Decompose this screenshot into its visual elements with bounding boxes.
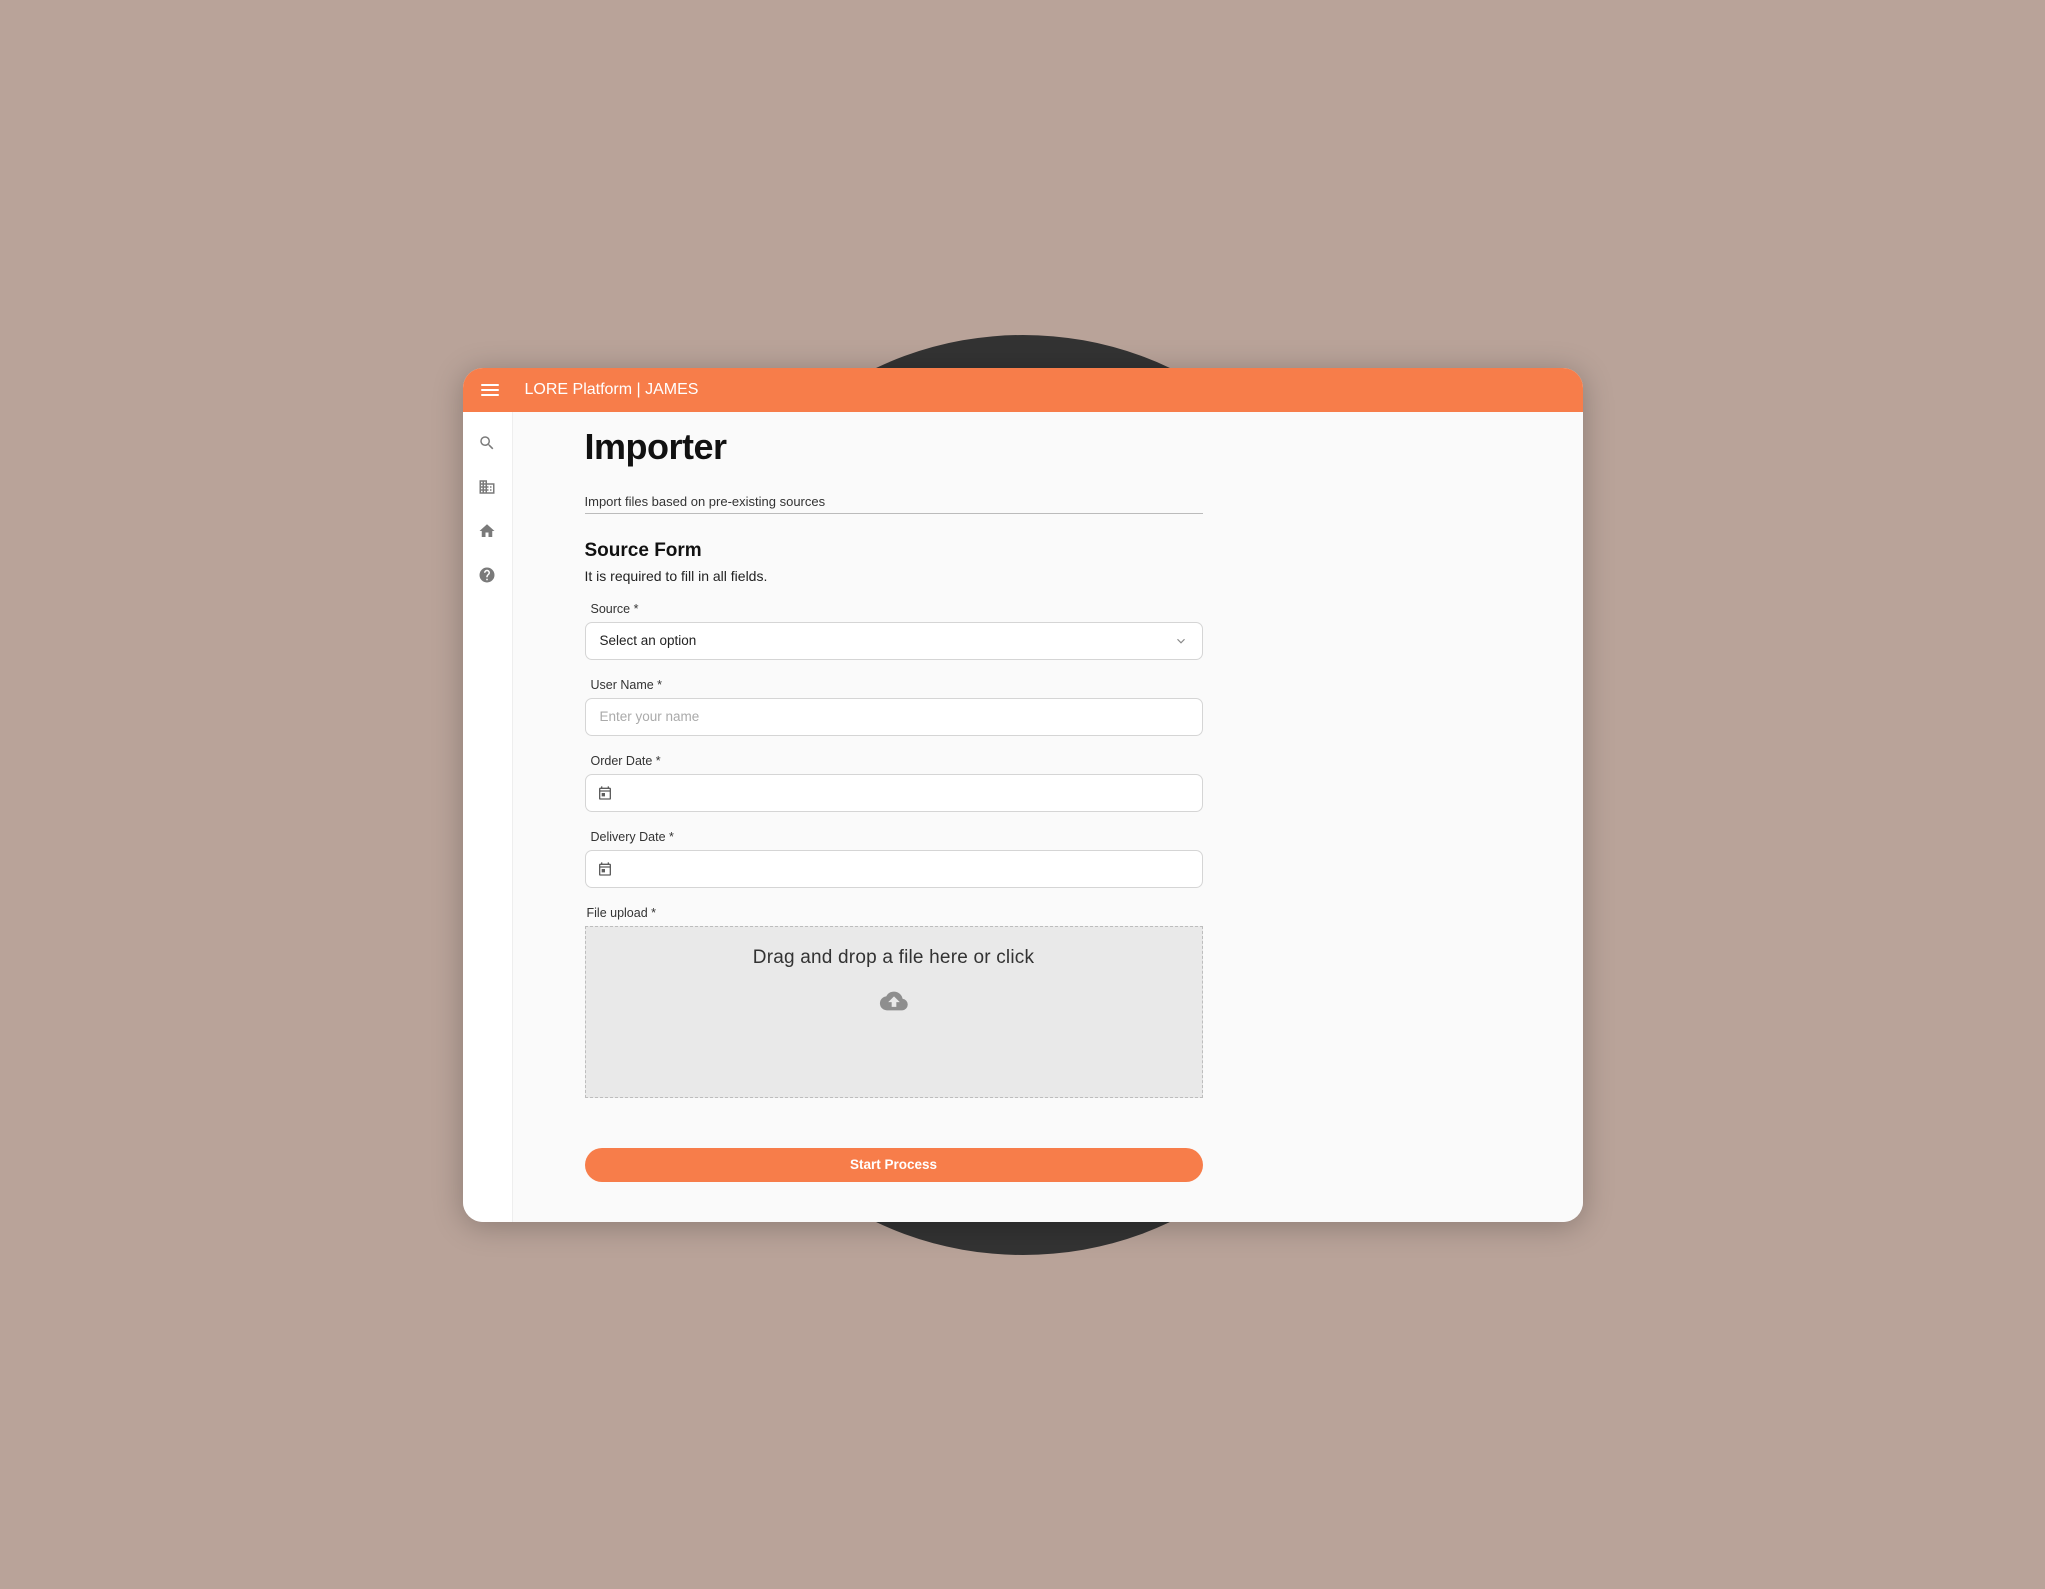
business-icon[interactable] — [470, 470, 504, 504]
field-label-order-date: Order Date * — [585, 754, 1203, 768]
field-label-delivery-date: Delivery Date * — [585, 830, 1203, 844]
top-bar: LORE Platform | JAMES — [463, 368, 1583, 412]
field-file-upload: File upload * Drag and drop a file here … — [585, 906, 1203, 1098]
menu-icon[interactable] — [481, 384, 499, 396]
field-order-date: Order Date * — [585, 754, 1203, 812]
cloud-upload-icon — [876, 987, 912, 1020]
section-title: Source Form — [585, 540, 1523, 562]
chevron-down-icon — [1174, 634, 1188, 648]
section-help: It is required to fill in all fields. — [585, 568, 1523, 584]
field-username: User Name * — [585, 678, 1203, 736]
start-process-button[interactable]: Start Process — [585, 1148, 1203, 1182]
file-dropzone[interactable]: Drag and drop a file here or click — [585, 926, 1203, 1098]
field-delivery-date: Delivery Date * — [585, 830, 1203, 888]
field-label-source: Source * — [585, 602, 1203, 616]
calendar-icon — [596, 860, 614, 878]
app-window: LORE Platform | JAMES Importer Import fi… — [463, 368, 1583, 1222]
help-icon[interactable] — [470, 558, 504, 592]
main-content: Importer Import files based on pre-exist… — [513, 412, 1583, 1222]
calendar-icon — [596, 784, 614, 802]
delivery-date-input[interactable] — [585, 850, 1203, 888]
username-input[interactable] — [600, 709, 1188, 724]
field-label-file-upload: File upload * — [585, 906, 1203, 920]
sidebar — [463, 412, 513, 1222]
home-icon[interactable] — [470, 514, 504, 548]
order-date-input[interactable] — [585, 774, 1203, 812]
source-select-value: Select an option — [600, 633, 697, 648]
app-title: LORE Platform | JAMES — [525, 381, 699, 399]
dropzone-text: Drag and drop a file here or click — [753, 947, 1034, 969]
username-input-wrapper — [585, 698, 1203, 736]
field-source: Source * Select an option — [585, 602, 1203, 660]
search-icon[interactable] — [470, 426, 504, 460]
page-title: Importer — [585, 426, 1523, 468]
page-subtitle: Import files based on pre-existing sourc… — [585, 494, 1203, 514]
field-label-username: User Name * — [585, 678, 1203, 692]
source-select[interactable]: Select an option — [585, 622, 1203, 660]
